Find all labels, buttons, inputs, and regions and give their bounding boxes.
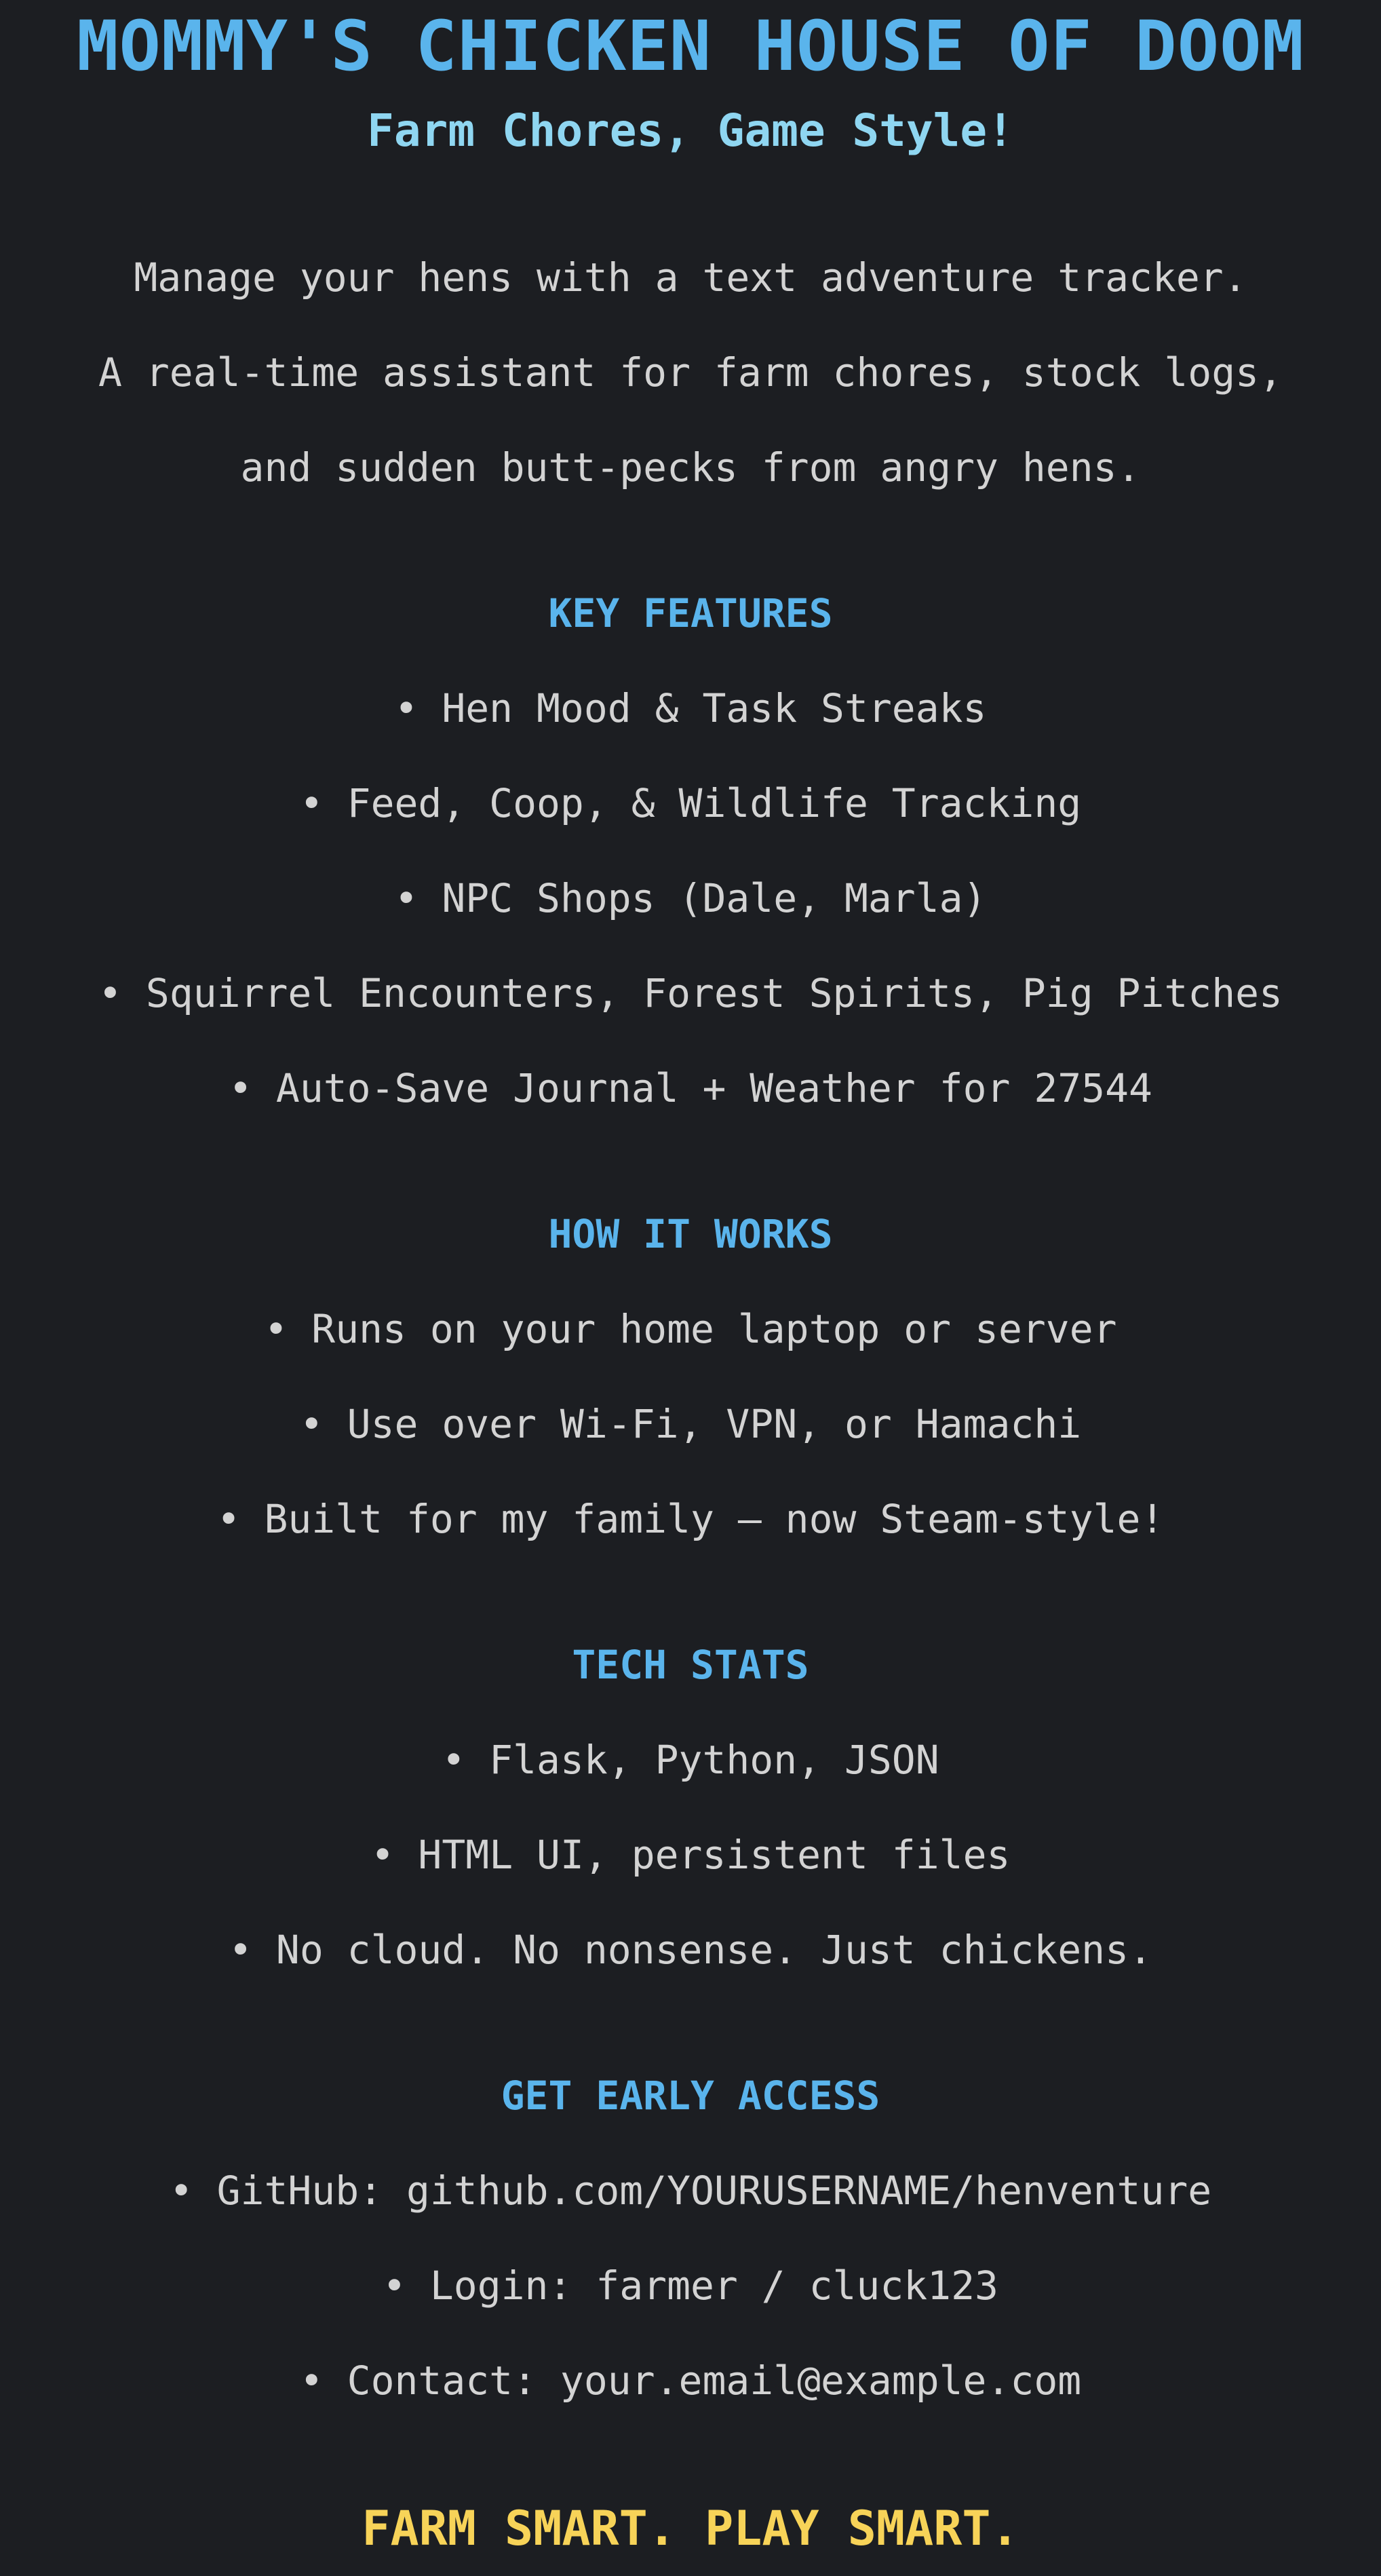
tech-stats-heading: TECH STATS xyxy=(572,1642,809,1688)
landing-page: MOMMY'S CHICKEN HOUSE OF DOOM Farm Chore… xyxy=(0,0,1381,2576)
access-item-github: • GitHub: github.com/YOURUSERNAME/henven… xyxy=(169,2168,1212,2214)
how-item: • Built for my family — now Steam-style! xyxy=(216,1496,1165,1542)
access-item-login: • Login: farmer / cluck123 xyxy=(383,2263,998,2309)
page-subtitle: Farm Chores, Game Style! xyxy=(367,104,1014,157)
how-item: • Use over Wi-Fi, VPN, or Hamachi xyxy=(299,1401,1082,1447)
feature-item: • Feed, Coop, & Wildlife Tracking xyxy=(299,780,1082,826)
key-features-heading: KEY FEATURES xyxy=(548,590,833,636)
how-it-works-heading: HOW IT WORKS xyxy=(548,1211,833,1257)
footer-tagline: FARM SMART. PLAY SMART. xyxy=(362,2501,1019,2556)
early-access-heading: GET EARLY ACCESS xyxy=(501,2073,880,2119)
page-title: MOMMY'S CHICKEN HOUSE OF DOOM xyxy=(77,6,1304,87)
feature-item: • Auto-Save Journal + Weather for 27544 xyxy=(229,1065,1152,1111)
feature-item: • NPC Shops (Dale, Marla) xyxy=(394,875,987,921)
intro-line: and sudden butt-pecks from angry hens. xyxy=(240,444,1141,491)
feature-item: • Hen Mood & Task Streaks xyxy=(394,685,987,731)
intro-line: Manage your hens with a text adventure t… xyxy=(134,254,1247,301)
how-item: • Runs on your home laptop or server xyxy=(264,1306,1117,1352)
intro-line: A real-time assistant for farm chores, s… xyxy=(98,349,1283,396)
tech-item: • No cloud. No nonsense. Just chickens. xyxy=(229,1927,1152,1973)
access-item-contact: • Contact: your.email@example.com xyxy=(299,2358,1082,2404)
tech-item: • Flask, Python, JSON xyxy=(442,1737,939,1783)
tech-item: • HTML UI, persistent files xyxy=(370,1832,1011,1878)
feature-item: • Squirrel Encounters, Forest Spirits, P… xyxy=(98,970,1283,1016)
